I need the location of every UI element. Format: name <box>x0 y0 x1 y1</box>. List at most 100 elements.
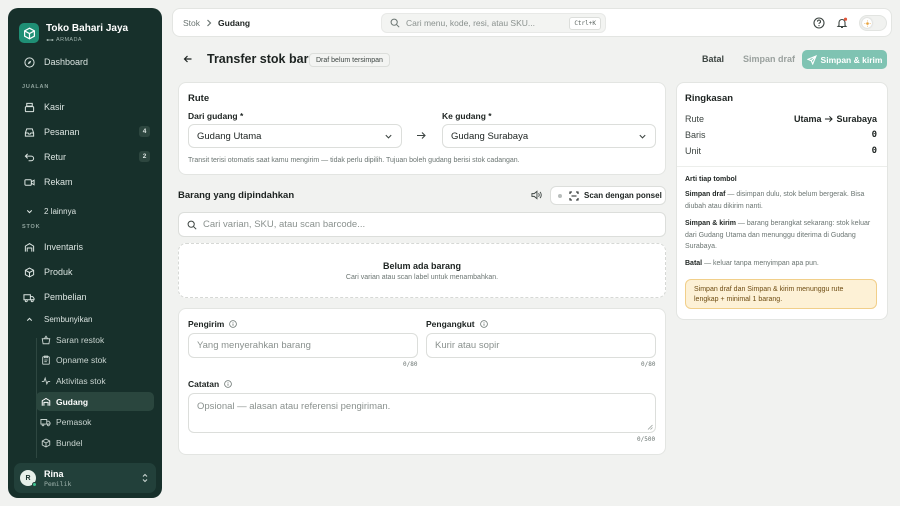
textarea-placeholder: Opsional — alasan atau referensi pengiri… <box>197 401 391 412</box>
required-mark: * <box>488 111 492 121</box>
sidebar-item-label: Rekam <box>44 177 73 187</box>
explain-cancel: Batal — keluar tanpa menyimpan apa pun. <box>685 258 877 270</box>
count-badge: 2 <box>139 151 150 162</box>
input-placeholder: Kurir atau sopir <box>435 340 500 351</box>
summary-lines-row: Baris 0 <box>685 130 877 140</box>
summary-heading: Ringkasan <box>685 93 734 104</box>
route-heading: Rute <box>188 93 210 104</box>
sidebar-item-pembelian[interactable]: Pembelian <box>16 287 154 307</box>
label-text: Dari gudang <box>188 111 238 121</box>
carrier-input[interactable]: Kurir atau sopir <box>426 333 656 358</box>
from-warehouse-select[interactable]: Gudang Utama <box>188 124 402 148</box>
brand[interactable]: Toko Bahari Jaya ARMADA <box>19 18 128 48</box>
chevron-down-icon <box>385 134 392 139</box>
sidebar-item-retur[interactable]: Retur 2 <box>16 147 154 167</box>
clipboard-icon <box>40 354 51 365</box>
sidebar-subitem-bundel[interactable]: Bundel <box>36 433 154 452</box>
chevron-up-icon <box>23 313 35 325</box>
sidebar-item-pesanan[interactable]: Pesanan 4 <box>16 122 154 142</box>
sidebar-item-label: Opname stok <box>56 354 107 365</box>
compass-icon <box>23 56 35 68</box>
help-icon[interactable] <box>813 17 825 29</box>
carrier-char-count: 0/80 <box>641 361 656 368</box>
to-warehouse-label: Ke gudang * <box>442 111 492 121</box>
sidebar-item-label: Pesanan <box>44 127 80 137</box>
to-warehouse-select[interactable]: Gudang Surabaya <box>442 124 656 148</box>
count-badge: 4 <box>139 126 150 137</box>
chevron-down-icon <box>639 134 646 139</box>
resize-handle-icon[interactable] <box>647 424 653 430</box>
scan-phone-button[interactable]: Scan dengan ponsel <box>550 186 666 205</box>
sun-icon <box>862 18 872 28</box>
user-menu[interactable]: R Rina Pemilik <box>14 463 156 493</box>
sidebar-item-inventaris[interactable]: Inventaris <box>16 237 154 257</box>
sidebar-item-label: Aktivitas stok <box>56 375 106 386</box>
breadcrumb-root[interactable]: Stok <box>183 18 200 28</box>
brand-name: Toko Bahari Jaya <box>46 23 129 34</box>
box-icon <box>23 266 35 278</box>
sidebar-item-rekam[interactable]: Rekam <box>16 172 154 192</box>
sidebar-item-produk[interactable]: Produk <box>16 262 154 282</box>
cancel-button[interactable]: Batal <box>702 54 724 64</box>
sidebar-item-more[interactable]: 2 lainnya <box>16 202 154 220</box>
from-warehouse-label: Dari gudang * <box>188 111 243 121</box>
section-label-jualan: JUALAN <box>22 84 50 90</box>
notification-bell-icon[interactable] <box>836 17 848 29</box>
sidebar-subitem-aktivitas-stok[interactable]: Aktivitas stok <box>36 371 154 390</box>
empty-items-state: Belum ada barang Cari varian atau scan l… <box>178 243 666 298</box>
search-placeholder: Cari menu, kode, resi, atau SKU... <box>406 18 535 28</box>
summary-route-value: Utama Surabaya <box>794 114 877 124</box>
brand-logo-icon <box>19 23 39 43</box>
avatar-initial: R <box>25 474 31 482</box>
explain-term: Simpan draf <box>685 191 726 198</box>
route-help-text: Transit terisi otomatis saat kamu mengir… <box>188 157 520 164</box>
sidebar-item-label: 2 lainnya <box>44 206 77 216</box>
notes-textarea[interactable]: Opsional — alasan atau referensi pengiri… <box>188 393 656 433</box>
theme-toggle[interactable] <box>859 15 887 31</box>
sidebar-item-label: Bundel <box>56 437 83 448</box>
sidebar-item-hide[interactable]: Sembunyikan <box>16 310 154 328</box>
item-search-input[interactable]: Cari varian, SKU, atau scan barcode... <box>178 212 666 237</box>
explain-desc: — keluar tanpa menyimpan apa pun. <box>702 260 819 267</box>
sidebar-subitem-opname-stok[interactable]: Opname stok <box>36 350 154 369</box>
route-from: Utama <box>793 114 822 124</box>
sidebar-item-label: Pemasok <box>56 416 92 427</box>
status-badge: Draf belum tersimpan <box>309 53 390 67</box>
sidebar-subitem-saran-restok[interactable]: Saran restok <box>36 330 154 349</box>
save-draft-button[interactable]: Simpan draf <box>743 54 795 64</box>
search-icon <box>390 18 400 28</box>
info-icon[interactable] <box>224 380 232 388</box>
select-value: Gudang Utama <box>197 130 262 142</box>
sidebar: Toko Bahari Jaya ARMADA Dashboard JUALAN… <box>8 8 162 498</box>
button-explanation-heading: Arti tiap tombol <box>685 176 737 183</box>
info-icon[interactable] <box>479 320 488 328</box>
search-placeholder: Cari varian, SKU, atau scan barcode... <box>203 219 366 230</box>
sender-input[interactable]: Yang menyerahkan barang <box>188 333 418 358</box>
avatar: R <box>20 470 37 487</box>
truck-icon <box>23 291 35 303</box>
activity-icon <box>40 375 51 386</box>
chevron-right-icon <box>207 19 212 27</box>
return-icon <box>23 151 35 163</box>
sidebar-item-label: Dashboard <box>44 57 89 67</box>
summary-unit-row: Unit 0 <box>685 146 877 156</box>
online-status-dot <box>32 482 37 487</box>
back-arrow-icon[interactable] <box>183 54 193 64</box>
notes-label: Catatan <box>188 379 232 389</box>
search-icon <box>187 220 197 230</box>
info-icon[interactable] <box>229 320 238 328</box>
basket-icon <box>40 334 51 345</box>
sound-icon[interactable] <box>531 190 542 200</box>
label-text: Pengangkut <box>426 319 475 329</box>
sidebar-item-kasir[interactable]: Kasir <box>16 97 154 117</box>
sidebar-item-label: Retur <box>44 152 67 162</box>
global-search-input[interactable]: Cari menu, kode, resi, atau SKU... Ctrl+… <box>381 13 606 33</box>
save-send-button[interactable]: Simpan & kirim <box>802 50 887 69</box>
sidebar-subitem-pemasok[interactable]: Pemasok <box>36 412 154 431</box>
fleet-icon <box>46 38 54 42</box>
route-to: Surabaya <box>836 114 877 124</box>
sidebar-subitem-gudang[interactable]: Gudang <box>36 392 154 411</box>
sidebar-item-dashboard[interactable]: Dashboard <box>16 52 154 72</box>
chevron-updown-icon <box>142 473 148 483</box>
notes-char-count: 0/500 <box>637 436 656 443</box>
